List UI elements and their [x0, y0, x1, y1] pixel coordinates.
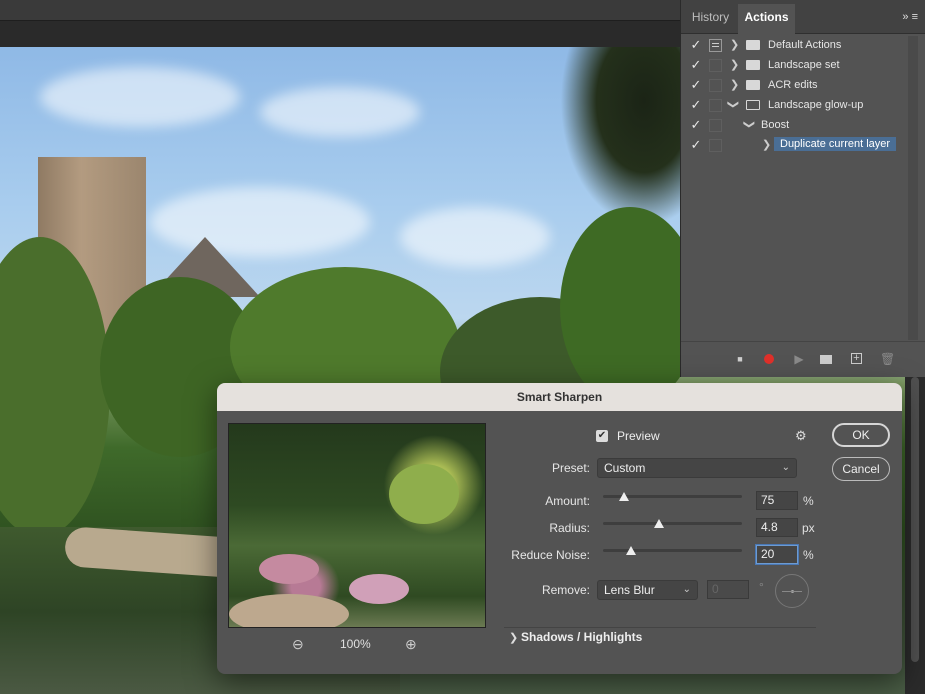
checkmark-icon[interactable]: ✓ [689, 58, 703, 72]
amount-slider-knob[interactable] [618, 492, 629, 501]
zoom-level: 100% [340, 637, 371, 651]
preset-label: Preset: [551, 461, 590, 475]
checkmark-icon[interactable]: ✓ [689, 98, 703, 112]
preview-label[interactable]: Preview [617, 429, 660, 443]
panel-scrollbar[interactable] [908, 36, 918, 340]
tab-history[interactable]: History [683, 4, 738, 34]
actions-panel: History Actions » ≡ ✓ ❯ Default Actions … [680, 0, 925, 377]
play-icon[interactable]: ▶ [792, 352, 806, 366]
separator [504, 627, 816, 628]
reduce-noise-unit: % [803, 548, 814, 562]
radius-field[interactable]: 4.8 [756, 518, 798, 537]
chevron-down-icon: ⌄ [781, 462, 790, 473]
action-set-label: Default Actions [768, 39, 842, 51]
reduce-noise-slider-knob[interactable] [625, 546, 636, 555]
amount-label: Amount: [545, 494, 590, 508]
new-set-icon[interactable] [819, 352, 833, 366]
dialog-toggle-icon[interactable] [709, 79, 722, 92]
action-set-label: Landscape set [768, 59, 840, 71]
chevron-down-icon[interactable]: ❯ [743, 120, 756, 129]
chevron-right-icon[interactable]: ❯ [730, 78, 739, 91]
action-set-label: Landscape glow-up [768, 99, 864, 111]
dialog-toggle-icon[interactable] [709, 139, 722, 152]
folder-icon [820, 355, 832, 364]
panel-menu-icon[interactable]: » ≡ [902, 11, 918, 23]
radius-slider-knob[interactable] [653, 519, 664, 528]
ok-button[interactable]: OK [832, 423, 890, 447]
reduce-noise-field[interactable]: 20 [756, 545, 798, 564]
checkmark-icon[interactable]: ✓ [689, 78, 703, 92]
pine-branches [560, 47, 680, 227]
amount-unit: % [803, 494, 814, 508]
checkmark-icon[interactable]: ✓ [689, 138, 703, 152]
gear-icon[interactable]: ⚙ [795, 428, 807, 444]
remove-select[interactable]: Lens Blur ⌄ [597, 580, 698, 600]
dialog-toggle-icon[interactable] [709, 59, 722, 72]
zoom-in-icon[interactable]: ⊕ [405, 636, 417, 653]
chevron-right-icon[interactable]: ❯ [730, 58, 739, 71]
chevron-right-icon[interactable]: ❯ [762, 138, 771, 151]
folder-icon [746, 60, 760, 70]
action-set-row[interactable]: ✓ ❯ Landscape set [685, 56, 908, 76]
folder-icon [746, 40, 760, 50]
checkmark-icon[interactable]: ✓ [689, 118, 703, 132]
remove-value: Lens Blur [604, 583, 655, 597]
folder-icon [746, 80, 760, 90]
radius-label: Radius: [549, 521, 590, 535]
tab-actions[interactable]: Actions [738, 4, 795, 34]
panel-footer: ■ ▶ + 🗑 [681, 341, 925, 377]
dialog-title: Smart Sharpen [217, 383, 902, 411]
record-dot [764, 354, 774, 364]
chevron-right-icon[interactable]: ❯ [509, 631, 518, 644]
radius-unit: px [802, 521, 815, 535]
scrollbar-thumb[interactable] [911, 377, 919, 662]
action-set-label: ACR edits [768, 79, 818, 91]
action-set-row[interactable]: ✓ ❯ Default Actions [685, 36, 908, 56]
canvas-scrollbar[interactable] [905, 377, 925, 694]
shadows-highlights-toggle[interactable]: Shadows / Highlights [521, 630, 642, 644]
preview-image[interactable] [228, 423, 486, 628]
stop-icon[interactable]: ■ [733, 352, 747, 366]
checkmark-icon[interactable]: ✓ [689, 38, 703, 52]
dialog-toggle-icon[interactable] [709, 99, 722, 112]
amount-slider[interactable] [603, 492, 742, 501]
chevron-right-icon[interactable]: ❯ [730, 38, 739, 51]
panel-tabs: History Actions » ≡ [681, 0, 925, 34]
chevron-down-icon: ⌄ [682, 584, 691, 595]
dialog-toggle-icon[interactable] [709, 119, 722, 132]
action-row[interactable]: ✓ ❯ Boost [685, 116, 908, 136]
remove-label: Remove: [541, 583, 590, 597]
trash-icon[interactable]: 🗑 [880, 352, 895, 366]
action-step-row[interactable]: ✓ ❯ Duplicate current layer [685, 136, 908, 156]
chevron-down-icon[interactable]: ❯ [727, 100, 740, 109]
preset-select[interactable]: Custom ⌄ [597, 458, 797, 478]
radius-slider[interactable] [603, 519, 742, 528]
reduce-noise-label: Reduce Noise: [511, 548, 590, 562]
actions-list: ✓ ❯ Default Actions ✓ ❯ Landscape set ✓ … [685, 36, 908, 340]
record-icon[interactable] [762, 352, 776, 366]
angle-field[interactable]: 0 [707, 580, 749, 599]
dialog-toggle-icon[interactable] [709, 39, 722, 52]
folder-open-icon [746, 100, 760, 110]
reduce-noise-slider[interactable] [603, 546, 742, 555]
preset-value: Custom [604, 461, 646, 475]
preview-checkbox[interactable]: ✔ [596, 430, 608, 442]
action-set-row[interactable]: ✓ ❯ ACR edits [685, 76, 908, 96]
action-step-label: Duplicate current layer [774, 137, 897, 151]
angle-unit: ° [759, 580, 764, 594]
cancel-button[interactable]: Cancel [832, 457, 890, 481]
action-set-row[interactable]: ✓ ❯ Landscape glow-up [685, 96, 908, 116]
action-label: Boost [761, 119, 790, 131]
zoom-out-icon[interactable]: ⊖ [292, 636, 304, 653]
angle-dial[interactable] [775, 574, 809, 608]
smart-sharpen-dialog: Smart Sharpen ⊖ 100% ⊕ ✔ Preview ⚙ Prese… [217, 383, 902, 674]
new-action-icon[interactable]: + [851, 353, 862, 364]
amount-field[interactable]: 75 [756, 491, 798, 510]
